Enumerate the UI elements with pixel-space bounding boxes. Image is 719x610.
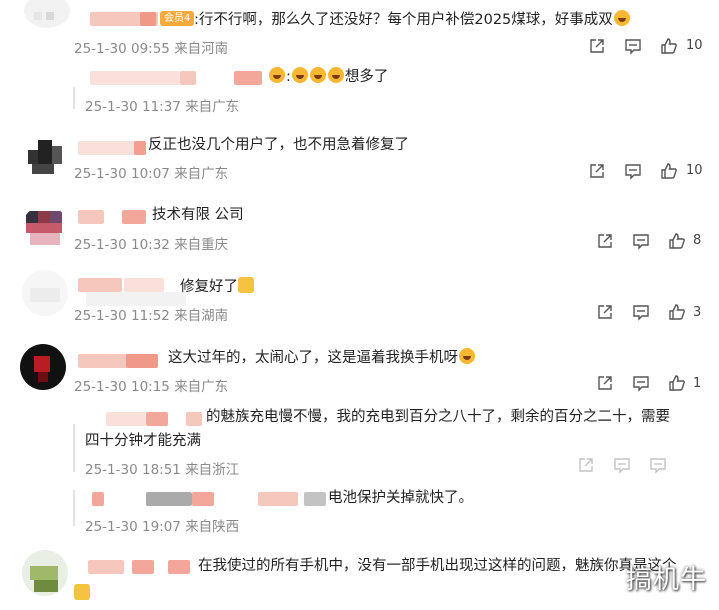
comment-text: 这大过年的，太闹心了，这是逼着我换手机呀 [168,348,476,368]
comment-text: 技术有限 公司 [152,207,244,223]
emoji-icon [459,348,475,364]
comment-icon[interactable] [649,456,667,474]
blurred-username [140,12,156,26]
comment-time: 25-1-30 09:55 来自河南 [74,41,229,57]
blurred-username[interactable] [88,560,124,574]
comment-time: 25-1-30 10:32 来自重庆 [74,237,229,253]
blurred-username [134,141,146,155]
comment-text: :行不行啊，那么久了还没好？每个用户补偿2025煤球，好事成双 [194,10,631,30]
reply-time: 25-1-30 11:37 来自广东 [85,99,240,115]
comment-icon[interactable] [632,374,650,392]
blurred-username [132,560,154,574]
blurred-username [180,71,196,85]
thumbs-up-icon[interactable] [668,374,686,392]
avatar[interactable] [22,132,68,178]
share-icon[interactable] [596,303,614,321]
emoji-icon [269,67,285,83]
blurred-username[interactable] [78,210,104,224]
share-icon[interactable] [588,37,606,55]
avatar[interactable] [22,205,68,251]
thumbs-up-icon[interactable] [668,232,686,250]
emoji-icon [613,10,630,26]
share-icon[interactable] [596,374,614,392]
comment-icon[interactable] [632,303,650,321]
reply-divider [73,424,75,472]
comment-text: 在我使过的所有手机中，没有一部手机出现过这样的问题，魅族你真是这个 [198,558,677,574]
thumbs-up-icon[interactable] [660,37,678,55]
comment-time: 25-1-30 10:07 来自广东 [74,166,229,182]
blurred-username [258,492,298,506]
blurred-username [122,210,146,224]
thumbs-up-icon[interactable] [660,162,678,180]
reply-time: 25-1-30 19:07 来自陕西 [85,519,240,535]
reply-text: 四十分钟才能充满 [85,433,201,449]
blurred-username [168,560,190,574]
blurred-username [186,412,202,426]
reply-time: 25-1-30 18:51 来自浙江 [85,462,240,478]
blurred-username [146,492,192,506]
avatar[interactable] [22,270,68,316]
like-count: 3 [693,305,702,320]
thumbs-up-emoji-icon [238,277,254,293]
blurred-username [304,492,326,506]
like-count: 10 [686,163,703,178]
reply-divider [73,87,75,109]
thumbs-up-emoji-icon [74,584,90,600]
reply-text: 电池保护关掉就快了。 [328,490,473,506]
watermark: 搞机牛 [625,565,707,595]
blurred-username [124,278,164,292]
emoji-icon [327,67,344,83]
comment-icon[interactable] [632,232,650,250]
blurred-username [126,354,158,368]
comment-text: 修复好了 [180,277,254,297]
like-count: 10 [686,38,703,53]
reply-text: 的魅族充电慢不慢，我的充电到百分之八十了，剩余的百分之二十，需要 [206,409,670,425]
avatar[interactable] [22,550,68,596]
share-icon[interactable] [577,456,595,474]
member-badge: 会员4 [160,11,195,26]
blurred-username[interactable] [78,278,122,292]
like-count: 8 [693,233,702,248]
comment-time: 25-1-30 10:15 来自广东 [74,379,229,395]
avatar[interactable] [24,0,70,28]
comment-text: 反正也没几个用户了，也不用急着修复了 [148,137,409,153]
comment-icon[interactable] [624,162,642,180]
blurred-username [92,492,104,506]
blurred-username [192,492,214,506]
comment-icon[interactable] [624,37,642,55]
comment-icon[interactable] [613,456,631,474]
reply-text: : 想多了 [268,67,388,87]
comment-time: 25-1-30 11:52 来自湖南 [74,308,229,324]
emoji-icon [309,67,326,83]
blurred-username [234,71,262,85]
share-icon[interactable] [588,162,606,180]
blurred-username [106,412,146,426]
reply-divider [73,490,75,526]
avatar[interactable] [20,344,66,390]
share-icon[interactable] [596,232,614,250]
emoji-icon [291,67,308,83]
thumbs-up-icon[interactable] [668,303,686,321]
blurred-username [146,412,168,426]
blurred-username [90,71,180,85]
like-count: 1 [693,376,702,391]
